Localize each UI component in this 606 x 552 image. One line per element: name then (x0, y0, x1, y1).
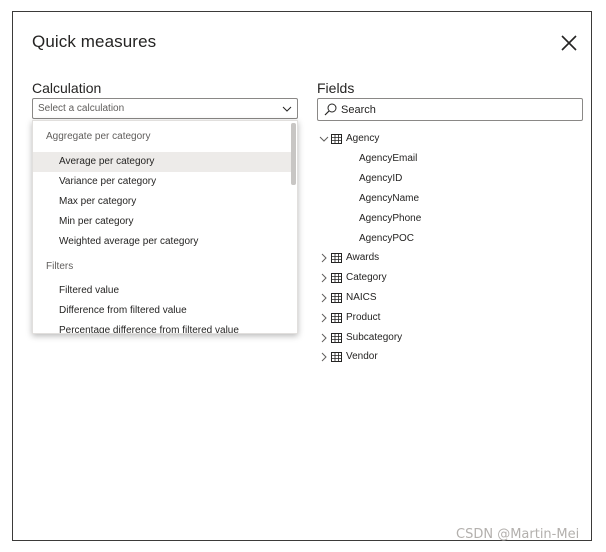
table-icon (331, 273, 342, 283)
tree-table-label: Awards (346, 252, 380, 263)
tree-field-agencyname[interactable]: AgencyName (359, 190, 419, 208)
calculation-select-placeholder: Select a calculation (38, 103, 125, 114)
search-placeholder: Search (341, 104, 376, 116)
option-average-per-category[interactable]: Average per category (33, 152, 291, 172)
tree-field-agencyid[interactable]: AgencyID (359, 170, 402, 188)
table-icon (331, 313, 342, 323)
option-weighted-average-per-category[interactable]: Weighted average per category (33, 232, 291, 252)
option-filtered-value[interactable]: Filtered value (33, 281, 291, 301)
calculation-dropdown: Aggregate per category Average per categ… (32, 120, 298, 334)
chevron-right-icon[interactable] (319, 273, 329, 283)
fields-search-input[interactable]: Search (317, 98, 583, 121)
table-icon (331, 253, 342, 263)
tree-table-label: Subcategory (346, 332, 403, 343)
close-icon[interactable] (559, 33, 579, 53)
search-icon (324, 103, 337, 116)
group-label-aggregate: Aggregate per category (46, 131, 151, 142)
calculation-select[interactable]: Select a calculation (32, 98, 298, 119)
option-max-per-category[interactable]: Max per category (33, 192, 291, 212)
quick-measures-dialog: Quick measures Calculation Fields Select… (12, 11, 592, 541)
tree-table-label: NAICS (346, 292, 377, 303)
chevron-right-icon[interactable] (319, 333, 329, 343)
tree-field-agencyphone[interactable]: AgencyPhone (359, 210, 421, 228)
option-min-per-category[interactable]: Min per category (33, 212, 291, 232)
option-percentage-difference-from-filtered-value[interactable]: Percentage difference from filtered valu… (33, 321, 291, 333)
chevron-right-icon[interactable] (319, 313, 329, 323)
dropdown-scrollbar[interactable] (291, 123, 296, 185)
group-label-filters: Filters (46, 261, 74, 272)
table-icon (331, 134, 342, 144)
chevron-down-icon (282, 106, 292, 112)
tree-field-agencypoc[interactable]: AgencyPOC (359, 230, 414, 248)
tree-field-agencyemail[interactable]: AgencyEmail (359, 150, 417, 168)
option-variance-per-category[interactable]: Variance per category (33, 172, 291, 192)
table-icon (331, 352, 342, 362)
tree-table-label: Category (346, 272, 387, 283)
tree-table-label: Product (346, 312, 381, 323)
tree-table-label: Agency (346, 133, 380, 144)
dialog-title: Quick measures (32, 32, 157, 51)
calculation-label: Calculation (32, 80, 102, 96)
tree-table-label: Vendor (346, 351, 378, 362)
chevron-right-icon[interactable] (319, 293, 329, 303)
chevron-down-icon[interactable] (319, 134, 329, 144)
chevron-right-icon[interactable] (319, 352, 329, 362)
option-difference-from-filtered-value[interactable]: Difference from filtered value (33, 301, 291, 321)
table-icon (331, 333, 342, 343)
chevron-right-icon[interactable] (319, 253, 329, 263)
table-icon (331, 293, 342, 303)
fields-label: Fields (317, 80, 355, 96)
watermark-text: CSDN @Martin-Mei (456, 527, 580, 542)
